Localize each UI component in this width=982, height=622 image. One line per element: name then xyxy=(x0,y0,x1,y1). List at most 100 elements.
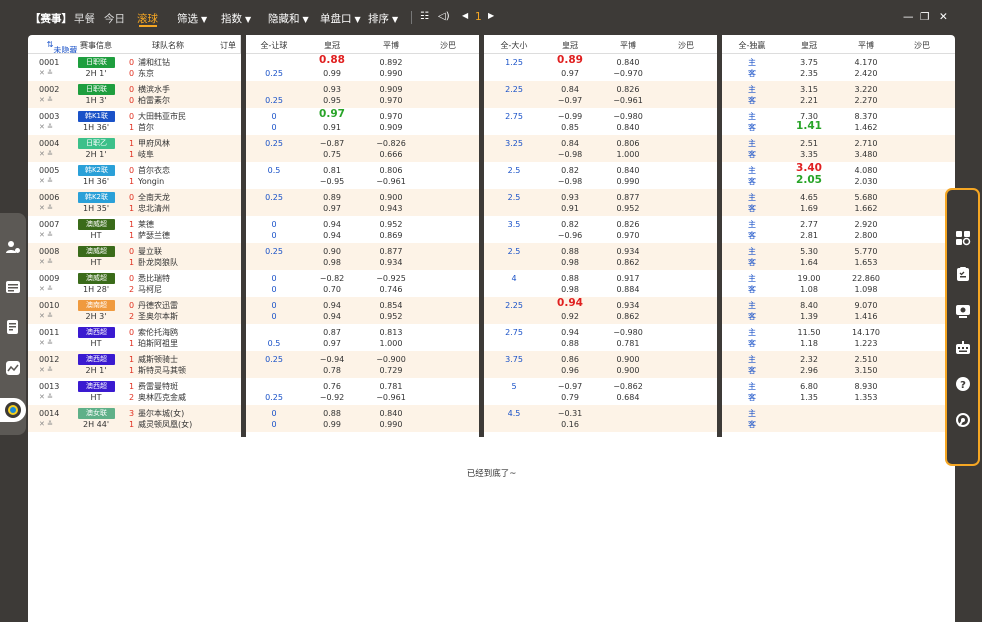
handicap-book2-home[interactable]: 0.806 xyxy=(365,165,417,176)
ml-book1-home[interactable]: 5.30 xyxy=(783,246,835,257)
home-team[interactable]: 威斯顿骑士 xyxy=(138,354,178,365)
filter-dropdown[interactable]: 筛选 ▼ xyxy=(177,11,207,26)
overview-icon[interactable] xyxy=(955,230,971,246)
handicap-book1-away[interactable]: −0.95 xyxy=(306,176,358,187)
ou-book1-over[interactable]: 0.84 xyxy=(544,84,596,95)
ou-book1-under[interactable]: −0.98 xyxy=(544,149,596,160)
sound-icon[interactable]: ◁) xyxy=(438,11,450,22)
handicap-book1-home[interactable]: 0.97 xyxy=(306,109,358,120)
away-team[interactable]: Yongin xyxy=(138,176,164,187)
hide-icon[interactable]: ✕ ≚ xyxy=(39,95,53,106)
handicap-book1-away[interactable]: 0.75 xyxy=(306,149,358,160)
ou-book1-over[interactable]: 0.89 xyxy=(544,55,596,66)
single-market-dropdown[interactable]: 单盘口 ▼ xyxy=(320,11,361,26)
handicap-book1-home[interactable]: −0.87 xyxy=(306,138,358,149)
ml-book1-home[interactable]: 19.00 xyxy=(783,273,835,284)
ou-book1-under[interactable]: −0.96 xyxy=(544,230,596,241)
ml-book1-home[interactable]: 4.65 xyxy=(783,192,835,203)
active-dock-item[interactable] xyxy=(0,398,26,422)
ou-book2-under[interactable]: −0.961 xyxy=(602,95,654,106)
handicap-book2-home[interactable]: 0.952 xyxy=(365,219,417,230)
ml-book1-away[interactable]: 1.18 xyxy=(783,338,835,349)
ml-book2-away[interactable]: 2.030 xyxy=(840,176,892,187)
handicap-book1-home[interactable]: 0.93 xyxy=(306,84,358,95)
hide-icon[interactable]: ✕ ≚ xyxy=(39,230,53,241)
ml-book2-home[interactable]: 8.370 xyxy=(840,111,892,122)
ou-book2-under[interactable]: 0.862 xyxy=(602,311,654,322)
help-icon[interactable]: ? xyxy=(955,376,971,392)
home-team[interactable]: 丹德农迅雷 xyxy=(138,300,178,311)
away-team[interactable]: 东京 xyxy=(138,68,154,79)
ml-book1-away[interactable]: 1.41 xyxy=(783,121,835,132)
ml-book1-away[interactable]: 1.39 xyxy=(783,311,835,322)
hide-icon[interactable]: ✕ ≚ xyxy=(39,284,53,295)
ou-book2-over[interactable]: 0.840 xyxy=(602,165,654,176)
handicap-book2-home[interactable]: 0.854 xyxy=(365,300,417,311)
ml-book2-away[interactable]: 1.653 xyxy=(840,257,892,268)
ml-book2-away[interactable]: 3.150 xyxy=(840,365,892,376)
ml-book1-home[interactable]: 6.80 xyxy=(783,381,835,392)
ou-book1-over[interactable]: 0.86 xyxy=(544,354,596,365)
tab-breakfast[interactable]: 早餐 xyxy=(74,11,95,26)
hide-draw-dropdown[interactable]: 隐藏和 ▼ xyxy=(268,11,309,26)
tab-live[interactable]: 滚球 xyxy=(137,11,158,26)
home-team[interactable]: 费雷曼特斑 xyxy=(138,381,178,392)
scoreboard-icon[interactable] xyxy=(955,266,971,282)
ou-book2-under[interactable]: 0.900 xyxy=(602,365,654,376)
ou-book1-over[interactable]: −0.97 xyxy=(544,381,596,392)
ou-book1-under[interactable]: 0.85 xyxy=(544,122,596,133)
ou-book2-under[interactable]: 0.990 xyxy=(602,176,654,187)
ou-book1-over[interactable]: 0.84 xyxy=(544,138,596,149)
handicap-book2-home[interactable]: 0.813 xyxy=(365,327,417,338)
handicap-book1-away[interactable]: 0.99 xyxy=(306,68,358,79)
ou-book2-under[interactable]: −0.970 xyxy=(602,68,654,79)
handicap-book1-away[interactable]: 0.94 xyxy=(306,311,358,322)
ml-book1-away[interactable]: 2.21 xyxy=(783,95,835,106)
ml-book1-home[interactable]: 3.40 xyxy=(783,163,835,174)
ml-book2-away[interactable]: 1.416 xyxy=(840,311,892,322)
ml-book1-home[interactable]: 3.15 xyxy=(783,84,835,95)
ml-book2-home[interactable]: 5.770 xyxy=(840,246,892,257)
ml-book2-home[interactable]: 4.080 xyxy=(840,165,892,176)
ou-book2-over[interactable]: 0.826 xyxy=(602,219,654,230)
home-team[interactable]: 曼立联 xyxy=(138,246,162,257)
chart-icon[interactable] xyxy=(5,360,21,376)
ml-book2-away[interactable]: 1.223 xyxy=(840,338,892,349)
home-team[interactable]: 横滨水手 xyxy=(138,84,170,95)
ou-book1-over[interactable]: 0.82 xyxy=(544,219,596,230)
ml-book2-away[interactable]: 2.420 xyxy=(840,68,892,79)
ml-book1-away[interactable]: 2.05 xyxy=(783,175,835,186)
home-team[interactable]: 甲府风林 xyxy=(138,138,170,149)
handicap-book1-away[interactable]: 0.91 xyxy=(306,122,358,133)
user-settings-icon[interactable] xyxy=(5,239,21,255)
handicap-book2-away[interactable]: 0.729 xyxy=(365,365,417,376)
away-team[interactable]: 首尔 xyxy=(138,122,154,133)
away-team[interactable]: 萨瑟兰德 xyxy=(138,230,170,241)
ml-book2-away[interactable]: 2.800 xyxy=(840,230,892,241)
list-icon[interactable] xyxy=(5,279,21,295)
home-team[interactable]: 莱德 xyxy=(138,219,154,230)
handicap-book1-home[interactable]: 0.94 xyxy=(306,219,358,230)
handicap-book2-away[interactable]: 0.952 xyxy=(365,311,417,322)
ml-book1-home[interactable]: 11.50 xyxy=(783,327,835,338)
handicap-book2-away[interactable]: 0.990 xyxy=(365,419,417,430)
handicap-book2-away[interactable]: 0.934 xyxy=(365,257,417,268)
ou-book2-over[interactable]: −0.980 xyxy=(602,111,654,122)
ml-book1-away[interactable]: 2.81 xyxy=(783,230,835,241)
handicap-book1-away[interactable]: 0.94 xyxy=(306,230,358,241)
hide-icon[interactable]: ✕ ≚ xyxy=(39,149,53,160)
away-team[interactable]: 岐阜 xyxy=(138,149,154,160)
handicap-book1-away[interactable]: 0.99 xyxy=(306,419,358,430)
hide-filter-toggle[interactable]: ⇅ 未隐藏 xyxy=(30,40,78,55)
betslip-icon[interactable] xyxy=(5,319,21,335)
handicap-book2-home[interactable]: −0.826 xyxy=(365,138,417,149)
ou-book2-under[interactable]: 0.970 xyxy=(602,230,654,241)
handicap-book1-away[interactable]: 0.95 xyxy=(306,95,358,106)
ou-book1-under[interactable]: 0.98 xyxy=(544,257,596,268)
handicap-book1-home[interactable]: 0.81 xyxy=(306,165,358,176)
away-team[interactable]: 珀斯阿祖里 xyxy=(138,338,178,349)
index-dropdown[interactable]: 指数 ▼ xyxy=(221,11,251,26)
hide-icon[interactable]: ✕ ≚ xyxy=(39,68,53,79)
hide-icon[interactable]: ✕ ≚ xyxy=(39,311,53,322)
sort-dropdown[interactable]: 排序 ▼ xyxy=(368,11,398,26)
